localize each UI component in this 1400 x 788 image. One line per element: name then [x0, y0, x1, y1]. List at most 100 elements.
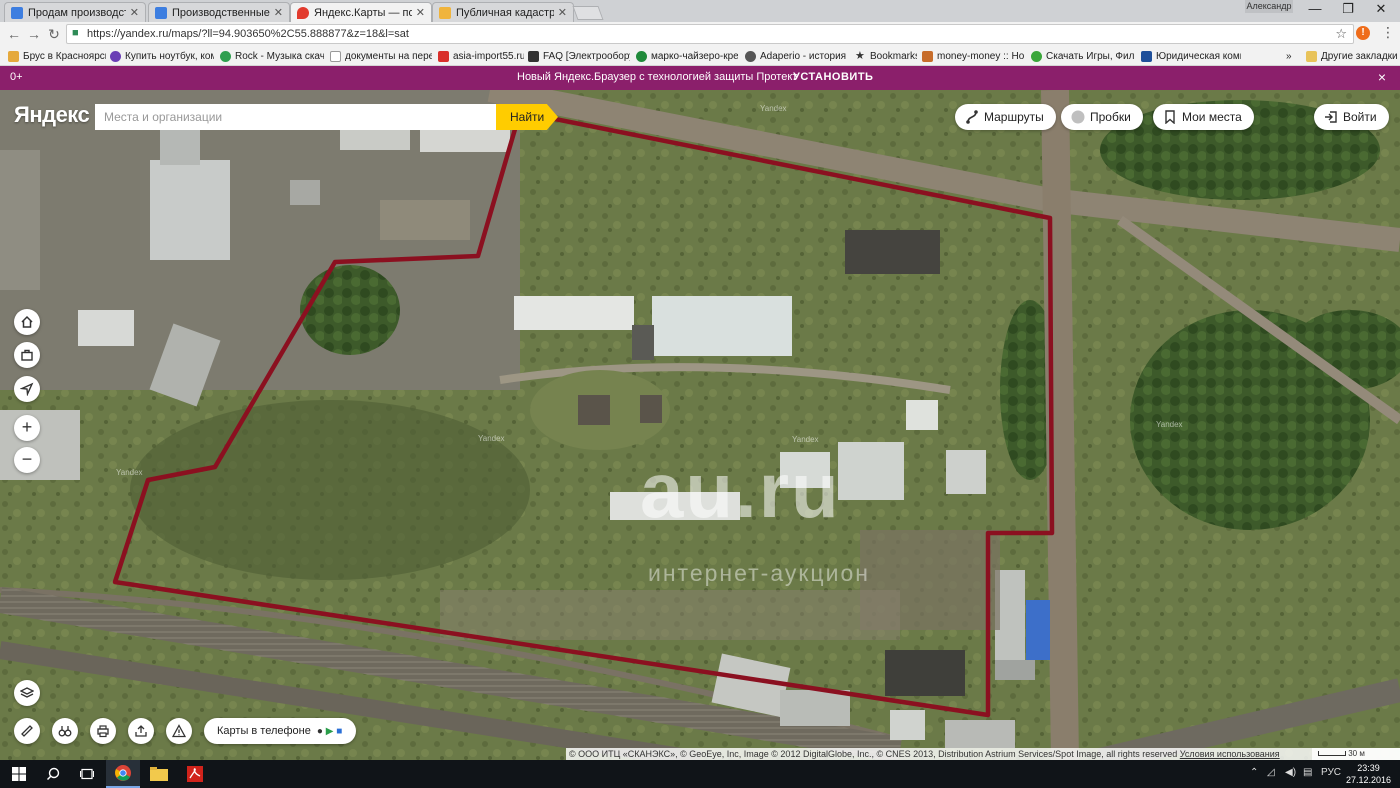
- tray-chevron-icon[interactable]: ⌃: [1250, 767, 1258, 778]
- other-bookmarks-folder[interactable]: Другие закладки: [1306, 48, 1398, 64]
- watermark-text: au.ru: [640, 446, 841, 534]
- bookmark-item[interactable]: asia-import55.ru: [438, 48, 524, 64]
- tab-title: Яндекс.Карты — подро: [314, 6, 412, 19]
- app-store-icons: ● ▶ ■: [317, 726, 342, 737]
- bookmark-item[interactable]: ★ Bookmarks: [855, 48, 917, 64]
- new-tab-button[interactable]: [572, 6, 604, 20]
- maps-in-phone-label: Карты в телефоне: [217, 725, 311, 737]
- map-pin-favicon-icon: [297, 6, 309, 19]
- tab-title: Публичная кадастрова: [456, 6, 554, 19]
- network-icon[interactable]: ◿: [1267, 767, 1275, 778]
- bookmark-item[interactable]: Брус в Красноярске: [8, 48, 106, 64]
- volume-icon[interactable]: ◀): [1285, 767, 1296, 778]
- close-promo-icon[interactable]: ×: [1378, 69, 1386, 85]
- geolocation-button[interactable]: [14, 376, 40, 402]
- tab-4[interactable]: Публичная кадастрова ✕: [432, 2, 574, 22]
- maximize-button[interactable]: ❐: [1333, 0, 1363, 20]
- lock-icon: ■: [72, 27, 79, 39]
- routes-button[interactable]: Маршруты: [955, 104, 1056, 130]
- tab-2[interactable]: Производственные об ✕: [148, 2, 290, 22]
- search-button[interactable]: Найти: [496, 104, 558, 130]
- login-button[interactable]: Войти: [1314, 104, 1389, 130]
- briefcase-icon: [21, 349, 33, 361]
- taskbar-explorer[interactable]: [142, 760, 176, 788]
- tab-strip: Продам производстве ✕ Производственные о…: [0, 0, 1400, 22]
- extension-icon[interactable]: !: [1356, 26, 1370, 40]
- bookmark-item[interactable]: Скачать Игры, Филь: [1031, 48, 1135, 64]
- panorama-button[interactable]: [52, 718, 78, 744]
- close-tab-icon[interactable]: ✕: [416, 6, 425, 19]
- satellite-map[interactable]: au.ru интернет-аукцион Yandex Yandex Yan…: [0, 90, 1400, 760]
- ruler-button[interactable]: [14, 718, 40, 744]
- minimize-button[interactable]: —: [1300, 0, 1330, 20]
- map-tile-label: Yandex: [1156, 420, 1183, 429]
- bookmark-favicon-icon: [438, 50, 449, 62]
- install-button[interactable]: УСТАНОВИТЬ: [793, 71, 873, 83]
- start-button[interactable]: [2, 760, 36, 788]
- folder-icon: [1306, 50, 1317, 62]
- clock[interactable]: 23:39 27.12.2016: [1346, 762, 1391, 786]
- task-view-button[interactable]: [70, 760, 104, 788]
- clock-time: 23:39: [1357, 763, 1380, 773]
- tab-3[interactable]: Яндекс.Карты — подро ✕: [290, 2, 432, 22]
- scale-label: 30 м: [1348, 749, 1365, 758]
- layers-button[interactable]: [14, 680, 40, 706]
- search-input[interactable]: [95, 104, 497, 130]
- more-bookmarks-button[interactable]: »: [1286, 48, 1298, 64]
- language-indicator[interactable]: РУС: [1321, 767, 1341, 778]
- close-window-button[interactable]: ✕: [1366, 0, 1396, 20]
- bookmark-favicon-icon: [636, 50, 647, 62]
- bookmark-favicon-icon: [220, 50, 231, 62]
- bookmark-item[interactable]: FAQ [Электрооборуд: [528, 48, 630, 64]
- tab-1[interactable]: Продам производстве ✕: [4, 2, 146, 22]
- close-tab-icon[interactable]: ✕: [130, 6, 139, 19]
- bookmark-item[interactable]: Юридическая компа: [1141, 48, 1241, 64]
- home-button[interactable]: [14, 309, 40, 335]
- back-icon[interactable]: ←: [4, 25, 24, 43]
- search-icon: [46, 767, 60, 781]
- favicon-icon: [439, 6, 451, 19]
- taskbar-chrome[interactable]: [106, 760, 140, 788]
- task-view-icon: [80, 768, 94, 780]
- print-button[interactable]: [90, 718, 116, 744]
- windows-logo-icon: [12, 767, 26, 781]
- zoom-in-button[interactable]: +: [14, 415, 40, 441]
- bookmark-item[interactable]: Rock - Музыка скача: [220, 48, 324, 64]
- report-error-button[interactable]: [166, 718, 192, 744]
- bookmark-item[interactable]: Купить ноутбук, ком: [110, 48, 214, 64]
- bookmark-item[interactable]: марко-чайзеро-крес: [636, 48, 738, 64]
- chrome-icon: [115, 765, 131, 781]
- notifications-icon[interactable]: ▤: [1303, 767, 1312, 778]
- google-play-icon: ▶: [325, 725, 334, 737]
- maps-in-phone-button[interactable]: Карты в телефоне ● ▶ ■: [204, 718, 357, 744]
- forward-icon[interactable]: →: [24, 25, 44, 43]
- taskbar-acrobat[interactable]: [178, 760, 212, 788]
- bookmark-item[interactable]: money-money :: Нов: [922, 48, 1024, 64]
- favicon-icon: [155, 6, 167, 19]
- close-tab-icon[interactable]: ✕: [274, 6, 283, 19]
- terms-link[interactable]: Условия использования: [1180, 749, 1280, 759]
- bookmark-item[interactable]: документы на перед: [330, 48, 432, 64]
- routes-label: Маршруты: [984, 110, 1044, 124]
- reload-icon[interactable]: ↻: [44, 25, 64, 43]
- menu-icon[interactable]: ⋮: [1381, 24, 1395, 41]
- profile-button[interactable]: Александр: [1245, 0, 1293, 13]
- bookmark-star-icon[interactable]: ☆: [1335, 26, 1347, 42]
- my-places-button[interactable]: Мои места: [1153, 104, 1254, 130]
- search-button[interactable]: [36, 760, 70, 788]
- bookmark-item[interactable]: Adaperio - история а: [745, 48, 847, 64]
- watermark-subtitle: интернет-аукцион: [648, 560, 870, 586]
- close-tab-icon[interactable]: ✕: [558, 6, 567, 19]
- bookmark-favicon-icon: [330, 50, 341, 62]
- share-button[interactable]: [128, 718, 154, 744]
- traffic-button[interactable]: Пробки: [1061, 104, 1143, 130]
- omnibox[interactable]: ■ ☆: [66, 24, 1354, 44]
- login-label: Войти: [1343, 110, 1377, 124]
- bookmark-favicon-icon: [8, 50, 19, 62]
- url-input[interactable]: [87, 26, 1307, 42]
- organizations-button[interactable]: [14, 342, 40, 368]
- traffic-icon: [1071, 110, 1085, 124]
- zoom-out-button[interactable]: −: [14, 447, 40, 473]
- yandex-logo[interactable]: Яндекс: [14, 102, 90, 128]
- windows-taskbar: ⌃ ◿ ◀) ▤ РУС 23:39 27.12.2016: [0, 760, 1400, 788]
